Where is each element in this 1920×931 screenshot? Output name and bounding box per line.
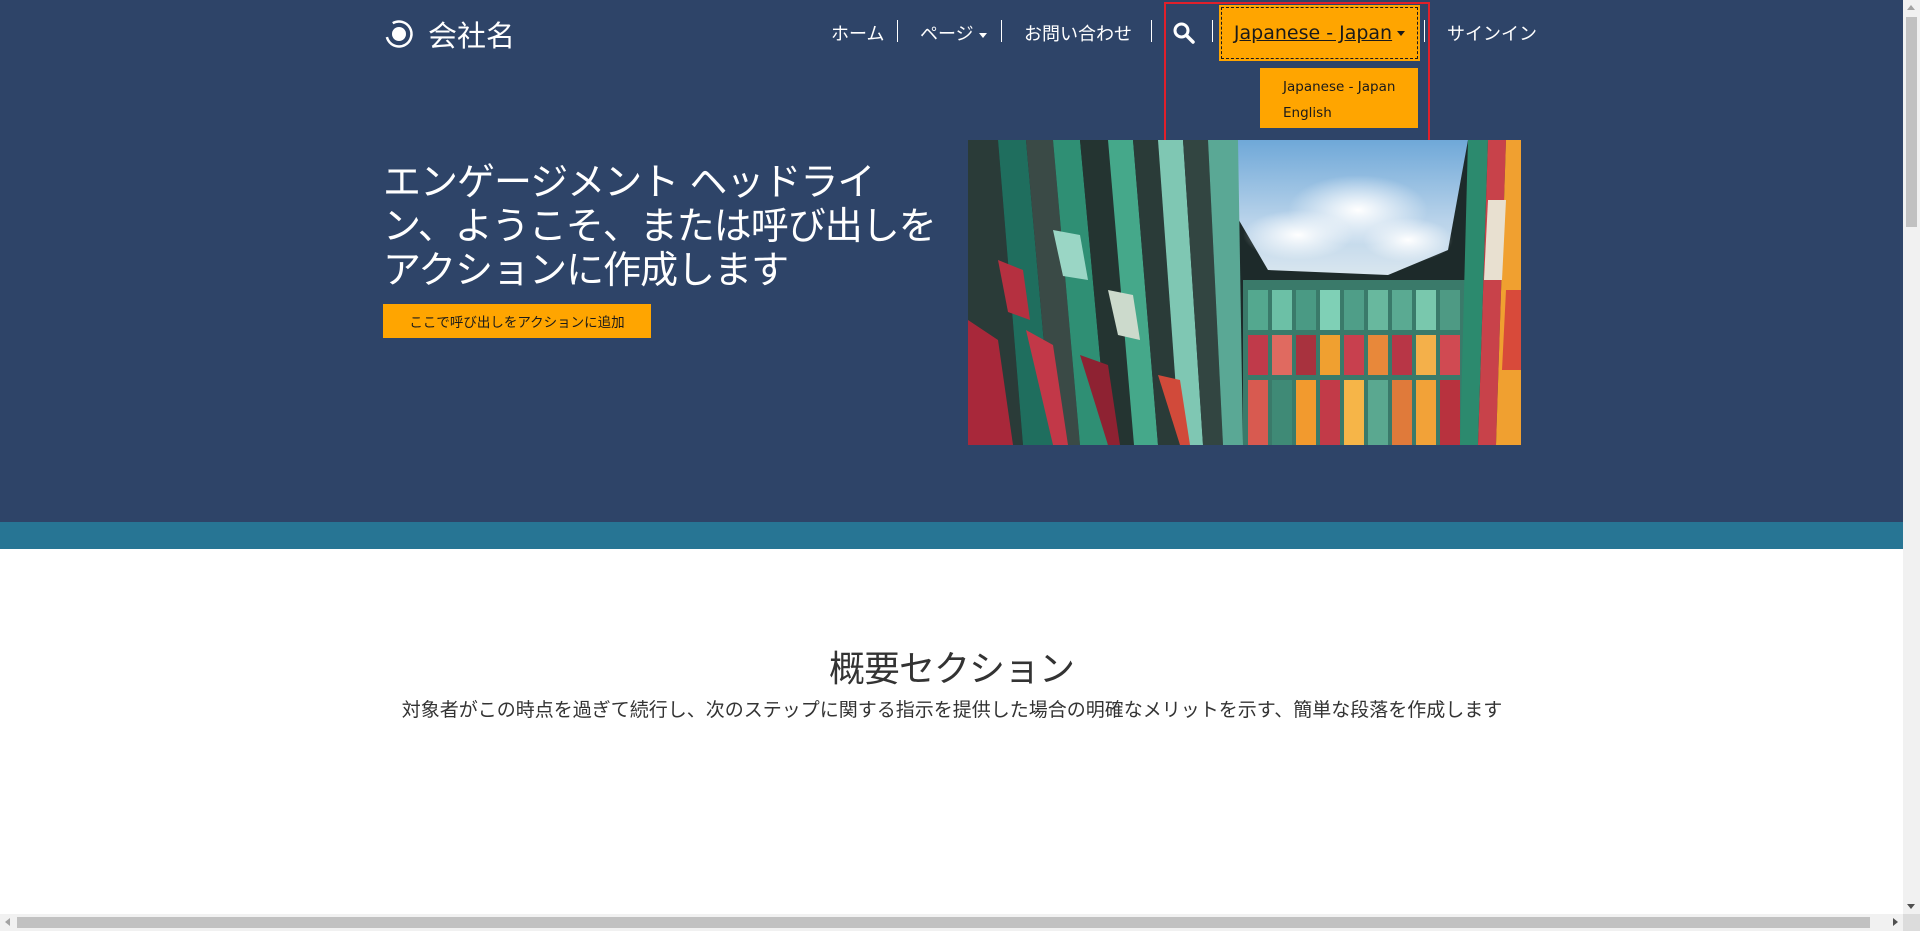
nav-separator <box>1424 20 1425 42</box>
overview-title: 概要セクション <box>828 649 1075 690</box>
caret-down-icon <box>1397 30 1406 36</box>
cta-button[interactable]: ここで呼び出しをアクションに追加 <box>383 304 651 338</box>
accent-band <box>0 522 1903 549</box>
vertical-scrollbar-thumb[interactable] <box>1906 17 1917 227</box>
page: 会社名 ホーム ページ お問い合わせ Japanese - Japan Japa… <box>0 0 1903 914</box>
horizontal-scrollbar-thumb[interactable] <box>17 917 1870 928</box>
caret-down-icon <box>978 32 987 38</box>
scroll-right-arrow-icon[interactable] <box>1893 918 1898 926</box>
brand[interactable]: 会社名 <box>384 14 515 54</box>
nav-separator <box>1151 20 1152 42</box>
nav-separator <box>897 20 898 42</box>
nav-separator <box>1001 20 1002 42</box>
language-option-japanese[interactable]: Japanese - Japan <box>1283 74 1418 100</box>
brand-logo-icon <box>385 20 413 48</box>
overview-text: 対象者がこの時点を過ぎて続行し、次のステップに関する指示を提供した場合の明確なメ… <box>401 699 1503 721</box>
nav-contact[interactable]: お問い合わせ <box>1024 20 1132 46</box>
nav-home[interactable]: ホーム <box>831 20 884 46</box>
hero-image <box>968 140 1521 445</box>
language-option-english[interactable]: English <box>1283 100 1418 126</box>
scrollbar-corner <box>1903 914 1920 931</box>
scroll-up-arrow-icon[interactable] <box>1907 5 1915 10</box>
language-selected-label: Japanese - Japan <box>1233 22 1393 44</box>
brand-name: 会社名 <box>428 19 516 53</box>
scroll-down-arrow-icon[interactable] <box>1907 904 1915 909</box>
language-dropdown-menu: Japanese - Japan English <box>1260 68 1418 128</box>
nav-pages-label: ページ <box>920 24 974 45</box>
hero-section <box>0 0 1903 522</box>
hero-headline: エンゲージメント ヘッドライン、ようこそ、または呼び出しをアクションに作成します <box>383 160 937 292</box>
scroll-left-arrow-icon[interactable] <box>5 918 10 926</box>
sign-in-link[interactable]: サインイン <box>1447 20 1537 46</box>
nav-pages[interactable]: ページ <box>920 20 987 46</box>
language-dropdown-button[interactable]: Japanese - Japan <box>1219 5 1420 61</box>
